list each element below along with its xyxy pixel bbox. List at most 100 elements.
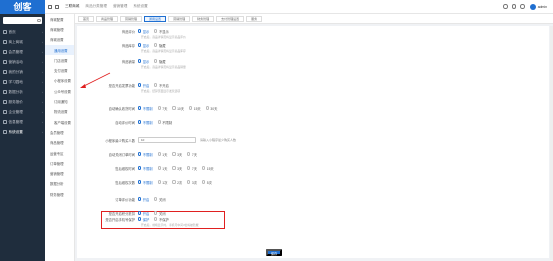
top-link-4[interactable]: 系统设置 (133, 4, 147, 9)
radio-option[interactable]: 关闭 (154, 211, 166, 216)
sidebar-item[interactable]: 我的分销 › (0, 67, 45, 77)
radio-option[interactable]: 3天 (172, 166, 182, 171)
subnav-item[interactable]: 商城配置 (45, 14, 74, 24)
subnav-item[interactable]: 商城设置 (45, 35, 74, 45)
app-logo[interactable]: 创客 (0, 0, 45, 14)
radio-dot-icon (172, 106, 176, 110)
subnav-item[interactable]: 数据分析 (45, 179, 74, 189)
radio-label: 不限制 (162, 120, 173, 125)
tab[interactable]: 通用设置 (144, 15, 167, 22)
radio-option[interactable]: 5次 (202, 180, 212, 185)
subnav-item[interactable]: 小程序设置 (45, 76, 74, 86)
radio-option[interactable]: 隐藏 (154, 59, 166, 64)
sidebar-item[interactable]: 首页 › (0, 27, 45, 37)
radio-option[interactable]: 不显示 (154, 29, 169, 34)
radio-option[interactable]: 1天 (157, 152, 167, 157)
tab[interactable]: 营销管理 (168, 15, 191, 22)
tab[interactable]: 首页 (78, 15, 95, 22)
radio-option[interactable]: 显示 (138, 29, 149, 34)
subnav-item[interactable]: 通用设置 (45, 44, 74, 56)
avatar[interactable] (529, 3, 536, 10)
top-link-2[interactable]: 商品分类管理 (85, 4, 107, 9)
radio-option[interactable]: 不限制 (138, 152, 153, 157)
radio-option[interactable]: 7天 (187, 166, 197, 171)
sidebar-item-label: 会员管理 (8, 49, 23, 54)
radio-option[interactable]: 7天 (187, 152, 197, 157)
save-button[interactable]: 保存 (266, 249, 282, 256)
sidebar-item[interactable]: 商上商城 › (0, 37, 45, 47)
form-row-hint: 开启后，前端显示时，手机号中间4位将被隐藏 (141, 223, 199, 227)
bell-icon[interactable] (520, 4, 525, 9)
sidebar-item[interactable]: 服务报价 › (0, 97, 45, 107)
subnav-item[interactable]: 订阅通知 (45, 96, 74, 106)
form-row-label: 商品销量 (121, 59, 135, 64)
subnav-item[interactable]: 商品管理 (45, 138, 74, 148)
subnav-item[interactable]: 订单管理 (45, 158, 74, 168)
tab[interactable]: 服务 (246, 15, 263, 22)
min-buyers-input[interactable]: 10 (138, 137, 196, 143)
sidebar-item[interactable]: 企业管理 › (0, 107, 45, 117)
radio-option[interactable]: 不保护 (154, 217, 169, 222)
radio-option[interactable]: 3次 (187, 180, 197, 185)
sidebar-item[interactable]: 会员管理 › (0, 47, 45, 57)
radio-option[interactable]: 3天 (172, 152, 182, 157)
grid-icon[interactable] (48, 4, 52, 9)
radio-label: 15天 (206, 166, 214, 171)
chevron-right-icon: › (42, 110, 43, 114)
sidebar-search-input[interactable] (3, 17, 42, 24)
radio-option[interactable]: 不限制 (138, 180, 153, 185)
radio-label: 不限制 (142, 106, 153, 111)
subnav-item[interactable]: 客户端设置 (45, 117, 74, 127)
sidebar-item[interactable]: 营销活动 › (0, 57, 45, 67)
radio-option[interactable]: 1天 (157, 166, 167, 171)
chart-icon (3, 60, 7, 64)
radio-option[interactable]: 10天 (172, 106, 184, 111)
search-icon[interactable] (503, 4, 508, 9)
radio-option[interactable]: 不限制 (138, 106, 153, 111)
radio-option[interactable]: 显示 (138, 43, 149, 48)
radio-option[interactable]: 1次 (157, 180, 167, 185)
radio-option[interactable]: 不限制 (157, 120, 173, 125)
subnav-item[interactable]: 支付设置 (45, 65, 74, 75)
radio-dot-icon (154, 197, 158, 201)
radio-option[interactable]: 开启 (138, 83, 149, 88)
tab[interactable]: 支付管理设置 (216, 15, 245, 22)
radio-option[interactable]: 15天 (189, 106, 201, 111)
subnav-item[interactable]: 营销管理 (45, 168, 74, 178)
radio-option[interactable]: 保护 (138, 217, 149, 222)
radio-option[interactable]: 不限制 (138, 120, 153, 125)
top-link-1[interactable]: 三联商城 (65, 4, 79, 9)
tab[interactable]: 营销管理 (120, 15, 143, 22)
refresh-icon[interactable] (55, 4, 59, 9)
radio-label: 2次 (177, 180, 183, 185)
radio-option[interactable]: 不开启 (154, 83, 169, 88)
radio-option[interactable]: 2次 (172, 180, 182, 185)
username[interactable]: admin (538, 5, 547, 9)
sidebar-item[interactable]: 数据分析 › (0, 87, 45, 97)
radio-option[interactable]: 不限制 (138, 166, 153, 171)
tab[interactable]: 财务管理 (192, 15, 215, 22)
subnav-item[interactable]: 财务管理 (45, 189, 74, 199)
subnav-item[interactable]: 物流设置 (45, 107, 74, 117)
subnav-item[interactable]: 门店设置 (45, 55, 74, 65)
sidebar-item[interactable]: 学习园地 › (0, 77, 45, 87)
radio-label: 3天 (177, 152, 183, 157)
subnav-item[interactable]: 商城管理 (45, 24, 74, 34)
radio-option[interactable]: 7天 (157, 106, 167, 111)
sidebar-item[interactable]: 系统设置 › (0, 127, 45, 137)
radio-option[interactable]: 显示 (138, 59, 149, 64)
radio-option[interactable]: 关闭 (154, 197, 166, 202)
fullscreen-icon[interactable] (511, 4, 517, 9)
subnav-item[interactable]: 公众号设置 (45, 86, 74, 96)
top-link-3[interactable]: 营销管理 (113, 4, 127, 9)
sidebar-item[interactable]: 信息管理 › (0, 117, 45, 127)
radio-option[interactable]: 隐藏 (154, 43, 166, 48)
subnav-item[interactable]: 运营专区 (45, 148, 74, 158)
radio-option[interactable]: 开启 (138, 211, 149, 216)
radio-option[interactable]: 30天 (205, 106, 217, 111)
radio-option[interactable]: 开启 (138, 197, 149, 202)
radio-option[interactable]: 15天 (202, 166, 214, 171)
subnav-item[interactable]: 会员管理 (45, 127, 74, 137)
radio-label: 显示 (142, 43, 150, 48)
tab[interactable]: 商品管理 (96, 15, 119, 22)
